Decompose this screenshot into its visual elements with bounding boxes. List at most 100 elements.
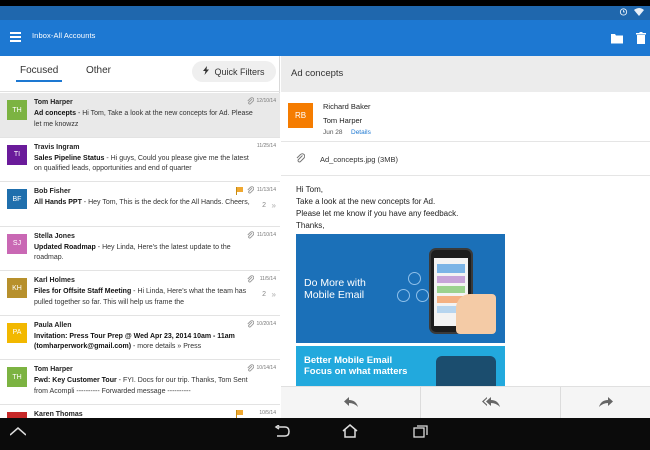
hamburger-menu-icon[interactable] <box>10 32 21 42</box>
paperclip-icon <box>247 319 255 330</box>
chart-circle-icon <box>397 289 410 302</box>
tab-focused[interactable]: Focused <box>15 65 63 82</box>
message-date: 11/13/14 <box>256 187 276 193</box>
details-link[interactable]: Details <box>351 129 371 136</box>
promo-text: Do More with Mobile Email <box>304 277 366 301</box>
message-date: 10/14/14 <box>256 365 276 371</box>
reply-button[interactable] <box>281 387 420 418</box>
ad-concept-image-1[interactable]: Do More with Mobile Email <box>296 234 505 343</box>
message-sender: Karl Holmes <box>34 277 75 284</box>
mail-circle-icon <box>408 272 421 285</box>
forward-button[interactable] <box>560 387 650 418</box>
tablet-device: Inbox-All Accounts Focused Other Quick F… <box>0 0 650 450</box>
sender-card: RB Richard Baker Tom Harper Jun 28 Detai… <box>281 92 650 142</box>
message-snippet: Fwd: Key Customer Tour - FYI. Docs for o… <box>34 376 254 397</box>
message-sender: Travis Ingram <box>34 143 80 151</box>
message-subject: Fwd: Key Customer Tour <box>34 377 117 384</box>
quick-filters-button[interactable]: Quick Filters <box>192 61 276 82</box>
message-date: 11/5/14 <box>259 276 276 282</box>
wifi-icon <box>634 7 644 20</box>
message-list[interactable]: TH Tom Harper Ad concepts - Hi Tom, Take a… <box>0 93 280 418</box>
trash-icon[interactable] <box>636 31 648 44</box>
list-item[interactable]: TI Travis Ingram Sales Pipeline Status - H… <box>0 137 280 182</box>
message-preview: - Hey Tom, This is the deck for the All … <box>81 199 250 206</box>
avatar: KH <box>7 278 27 298</box>
message-date: 11/10/14 <box>256 231 276 238</box>
hand-illustration <box>456 294 496 334</box>
paperclip-icon <box>247 97 255 107</box>
bolt-icon <box>203 66 210 77</box>
home-icon[interactable] <box>340 422 360 440</box>
body-line: Hi Tom, <box>296 185 323 194</box>
message-subject: Ad concepts <box>291 68 344 79</box>
avatar: SJ <box>7 233 27 254</box>
body-line: Thanks, <box>296 221 325 230</box>
ad-concept-image-2[interactable]: Better Mobile Email Focus on what matter… <box>296 346 505 391</box>
sender-name: Richard Baker <box>323 102 371 111</box>
message-date: 10/5/14 <box>259 409 276 416</box>
avatar[interactable]: RB <box>288 103 313 128</box>
body-line: Take a look at the new concepts for Ad. <box>296 197 436 206</box>
message-body: Hi Tom, Take a look at the new concepts … <box>296 184 458 232</box>
avatar: PA <box>7 322 27 343</box>
folder-icon[interactable] <box>611 31 623 44</box>
message-snippet: All Hands PPT - Hey Tom, This is the dec… <box>34 198 254 209</box>
screen: Inbox-All Accounts Focused Other Quick F… <box>0 6 650 418</box>
message-date: 11/25/14 <box>256 142 276 149</box>
tab-bar: Focused Other Quick Filters <box>0 56 280 92</box>
flag-icon[interactable] <box>236 409 243 418</box>
promo-line: Mobile Email <box>304 289 365 301</box>
avatar: TI <box>7 144 27 165</box>
paperclip-icon <box>247 186 255 196</box>
attachment-row[interactable]: Ad_concepts.jpg (3MB) <box>281 143 650 176</box>
list-item[interactable]: TH Tom Harper Ad concepts - Hi Tom, Take a… <box>0 93 280 138</box>
system-nav-bar <box>0 418 650 450</box>
message-subject: All Hands PPT <box>34 199 82 206</box>
message-list-pane: Focused Other Quick Filters TH Tom Harper… <box>0 56 280 418</box>
message-sender: Paula Allen <box>34 321 72 329</box>
tab-other[interactable]: Other <box>86 65 111 76</box>
avatar: BF <box>7 189 27 209</box>
message-sender: Tom Harper <box>34 99 73 106</box>
alarm-icon <box>619 7 628 20</box>
thread-count: 2 <box>262 202 266 209</box>
list-item[interactable]: TH Tom Harper Fwd: Key Customer Tour - FYI… <box>0 360 280 405</box>
avatar: TH <box>7 100 27 120</box>
message-date: 10/20/14 <box>256 320 276 327</box>
thread-count: 2 <box>262 291 266 298</box>
chat-circle-icon <box>416 289 429 302</box>
forward-icon <box>598 396 613 410</box>
reply-all-icon <box>481 396 500 410</box>
list-item[interactable]: SJ Stella Jones Updated Roadmap - Hey Lind… <box>0 226 280 271</box>
reading-header: Ad concepts <box>281 56 650 92</box>
back-icon[interactable] <box>272 422 292 440</box>
message-subject: Files for Offsite Staff Meeting <box>34 288 132 295</box>
list-item[interactable]: KTKaren Thomas10/5/14 <box>0 404 280 418</box>
message-sender: Stella Jones <box>34 232 75 240</box>
list-item[interactable]: KH Karl Holmes Files for Offsite Staff Mee… <box>0 271 280 316</box>
message-snippet: Sales Pipeline Status - Hi guys, Could y… <box>34 154 254 175</box>
paperclip-icon <box>247 275 255 285</box>
paperclip-icon <box>247 364 255 374</box>
app-bar: Inbox-All Accounts <box>0 20 650 56</box>
body-line: Please let me know if you have any feedb… <box>296 209 459 218</box>
flag-icon[interactable] <box>236 187 243 195</box>
double-chevron-icon[interactable]: » <box>272 201 276 210</box>
list-item[interactable]: PA Paula Allen Invitation: Press Tour Prep… <box>0 315 280 360</box>
attachment-name: Ad_concepts.jpg (3MB) <box>320 155 398 164</box>
paperclip-icon <box>247 230 255 241</box>
message-date: Jun 28 <box>323 129 343 136</box>
recents-icon[interactable] <box>410 422 430 440</box>
message-snippet: Invitation: Press Tour Prep @ Wed Apr 23… <box>34 332 254 353</box>
double-chevron-icon[interactable]: » <box>272 290 276 299</box>
up-icon[interactable] <box>8 422 28 440</box>
recipient-name: Tom Harper <box>323 116 363 125</box>
promo-line: Focus on what matters <box>304 366 408 377</box>
paperclip-icon <box>296 153 306 165</box>
message-preview: - more details » Press <box>131 343 202 350</box>
message-snippet: Files for Offsite Staff Meeting - Hi Lin… <box>34 287 254 308</box>
reply-all-button[interactable] <box>420 387 560 418</box>
list-item[interactable]: BF Bob Fisher All Hands PPT - Hey Tom, Thi… <box>0 182 280 227</box>
message-subject: Ad concepts <box>34 110 77 117</box>
reply-icon <box>343 396 358 410</box>
